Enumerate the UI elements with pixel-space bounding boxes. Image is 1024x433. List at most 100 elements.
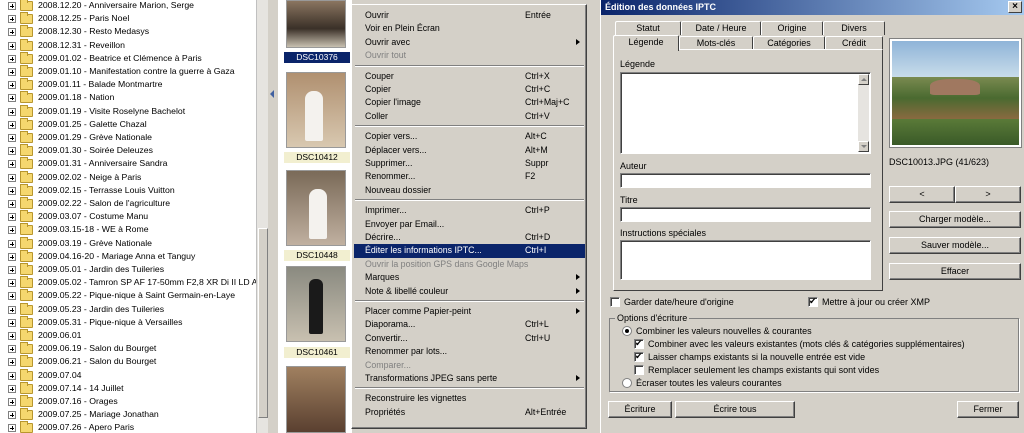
- collapse-arrow-icon[interactable]: [270, 90, 274, 98]
- context-menu[interactable]: Ouvrir Entrée Voir en Plein Écran Ouvrir av…: [351, 4, 587, 429]
- thumbnail-caption[interactable]: DSC10448: [284, 250, 350, 261]
- tree-scrollbar[interactable]: [256, 0, 268, 433]
- fermer-button[interactable]: Fermer: [957, 401, 1019, 418]
- expand-plus-icon[interactable]: [8, 186, 16, 195]
- menu-item[interactable]: Copier Ctrl+C: [354, 83, 585, 96]
- next-button[interactable]: >: [955, 186, 1021, 203]
- expand-plus-icon[interactable]: [8, 134, 16, 142]
- scroll-up-icon[interactable]: [858, 74, 869, 85]
- tab-date-heure[interactable]: Date / Heure: [681, 21, 761, 35]
- combiner-radio[interactable]: [622, 326, 632, 336]
- menu-item[interactable]: Convertir... Ctrl+U: [354, 332, 585, 345]
- expand-plus-icon[interactable]: [8, 345, 16, 354]
- menu-item[interactable]: Supprimer... Suppr: [354, 157, 585, 170]
- expand-plus-icon[interactable]: [8, 411, 16, 420]
- menu-item[interactable]: Coller Ctrl+V: [354, 110, 585, 123]
- ecrire-tous-button[interactable]: Écrire tous: [675, 401, 795, 418]
- menu-item[interactable]: Propriétés Alt+Entrée: [354, 406, 585, 419]
- scroll-down-icon[interactable]: [858, 141, 869, 152]
- tab-origine[interactable]: Origine: [761, 21, 823, 35]
- menu-item[interactable]: Transformations JPEG sans perte: [354, 372, 585, 385]
- tab-credit[interactable]: Crédit: [825, 36, 883, 50]
- menu-item[interactable]: Renommer... F2: [354, 170, 585, 183]
- expand-plus-icon[interactable]: [8, 200, 16, 208]
- ecriture-button[interactable]: Écriture: [608, 401, 672, 418]
- expand-plus-icon[interactable]: [8, 424, 16, 433]
- expand-plus-icon[interactable]: [8, 107, 16, 116]
- expand-plus-icon[interactable]: [8, 398, 16, 406]
- menu-item[interactable]: Décrire... Ctrl+D: [354, 231, 585, 244]
- expand-plus-icon[interactable]: [8, 252, 16, 261]
- expand-plus-icon[interactable]: [8, 41, 16, 50]
- expand-plus-icon[interactable]: [8, 358, 16, 367]
- menu-item[interactable]: Placer comme Papier-peint: [354, 305, 585, 318]
- instructions-textarea[interactable]: [620, 240, 871, 280]
- menu-item[interactable]: Copier l'image Ctrl+Maj+C: [354, 96, 585, 109]
- tab-legende[interactable]: Légende: [613, 35, 679, 51]
- expand-plus-icon[interactable]: [8, 279, 16, 288]
- tab-categories[interactable]: Catégories: [753, 36, 825, 50]
- menu-item[interactable]: Diaporama... Ctrl+L: [354, 318, 585, 331]
- expand-plus-icon[interactable]: [8, 384, 16, 393]
- expand-plus-icon[interactable]: [8, 147, 16, 156]
- thumbnail-image[interactable]: [286, 366, 346, 433]
- thumbnail-caption[interactable]: DSC10376: [284, 52, 350, 63]
- expand-plus-icon[interactable]: [8, 239, 16, 248]
- expand-plus-icon[interactable]: [8, 371, 16, 380]
- legende-scrollbar[interactable]: [858, 74, 869, 152]
- mettre-xmp-checkbox[interactable]: [808, 296, 818, 307]
- expand-plus-icon[interactable]: [8, 292, 16, 301]
- expand-plus-icon[interactable]: [8, 15, 16, 24]
- previous-button[interactable]: <: [889, 186, 955, 203]
- close-button[interactable]: ×: [1008, 1, 1022, 13]
- thumbnail-caption[interactable]: DSC10412: [284, 152, 350, 163]
- expand-plus-icon[interactable]: [8, 160, 16, 169]
- menu-item[interactable]: Déplacer vers... Alt+M: [354, 144, 585, 157]
- expand-plus-icon[interactable]: [8, 2, 16, 10]
- tree-scrollbar-thumb[interactable]: [258, 228, 268, 418]
- legende-textarea[interactable]: [620, 72, 871, 154]
- menu-item[interactable]: Ouvrir Entrée: [354, 9, 585, 22]
- tab-divers[interactable]: Divers: [823, 21, 885, 35]
- expand-plus-icon[interactable]: [8, 305, 16, 314]
- thumbnail-image[interactable]: [286, 170, 346, 246]
- effacer-button[interactable]: Effacer: [889, 263, 1021, 280]
- expand-plus-icon[interactable]: [8, 94, 16, 103]
- menu-item[interactable]: Renommer par lots...: [354, 345, 585, 358]
- tab-mots-cles[interactable]: Mots-clés: [679, 36, 753, 50]
- menu-item[interactable]: Ouvrir avec: [354, 36, 585, 49]
- tab-statut[interactable]: Statut: [615, 21, 681, 35]
- menu-item[interactable]: Copier vers... Alt+C: [354, 130, 585, 143]
- thumbnail-caption[interactable]: DSC10461: [284, 347, 350, 358]
- remplacer-checkbox[interactable]: [634, 365, 644, 375]
- menu-item[interactable]: Éditer les informations IPTC... Ctrl+I: [354, 244, 585, 258]
- expand-plus-icon[interactable]: [8, 28, 16, 37]
- expand-plus-icon[interactable]: [8, 266, 16, 274]
- expand-plus-icon[interactable]: [8, 332, 16, 340]
- menu-item[interactable]: Imprimer... Ctrl+P: [354, 204, 585, 217]
- expand-plus-icon[interactable]: [8, 68, 16, 76]
- menu-item[interactable]: Note & libellé couleur: [354, 285, 585, 298]
- auteur-input[interactable]: [620, 173, 871, 188]
- ecraser-radio[interactable]: [622, 378, 632, 388]
- menu-item[interactable]: Voir en Plein Écran: [354, 22, 585, 35]
- expand-plus-icon[interactable]: [8, 226, 16, 235]
- thumbnail-image[interactable]: [286, 72, 346, 148]
- expand-plus-icon[interactable]: [8, 120, 16, 129]
- combiner-existantes-checkbox[interactable]: [634, 338, 644, 349]
- expand-plus-icon[interactable]: [8, 318, 16, 327]
- menu-item[interactable]: Marques: [354, 271, 585, 284]
- expand-plus-icon[interactable]: [8, 173, 16, 182]
- charger-modele-button[interactable]: Charger modèle...: [889, 211, 1021, 228]
- titre-input[interactable]: [620, 207, 871, 222]
- folder-tree[interactable]: 2008.12.20 - Anniversaire Marion, Serge 2…: [0, 0, 268, 433]
- expand-plus-icon[interactable]: [8, 81, 16, 90]
- garder-date-checkbox[interactable]: [610, 297, 620, 307]
- menu-item[interactable]: Couper Ctrl+X: [354, 70, 585, 83]
- pane-splitter[interactable]: [268, 0, 278, 433]
- thumbnail-image[interactable]: [286, 0, 346, 48]
- menu-item[interactable]: Reconstruire les vignettes: [354, 392, 585, 405]
- expand-plus-icon[interactable]: [8, 213, 16, 222]
- menu-item[interactable]: Nouveau dossier: [354, 184, 585, 197]
- laisser-champs-checkbox[interactable]: [634, 351, 644, 362]
